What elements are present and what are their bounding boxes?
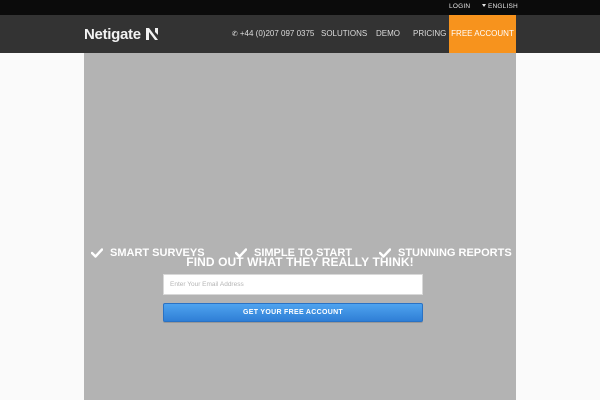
hero-section — [84, 53, 516, 400]
feature-stunning-reports: STUNNING REPORTS — [379, 246, 512, 260]
language-label: ENGLISH — [488, 3, 518, 10]
brand-logo[interactable]: Netigate — [84, 23, 159, 45]
phone-number: +44 (0)207 097 0375 — [239, 29, 315, 38]
netigate-n-logo-icon — [145, 28, 158, 40]
caret-down-icon — [482, 4, 486, 7]
checkmark-icon — [379, 248, 391, 258]
email-input[interactable] — [163, 274, 423, 295]
nav-pricing[interactable]: PRICING — [413, 15, 446, 53]
feature-label: STUNNING REPORTS — [398, 247, 512, 259]
checkmark-icon — [91, 248, 103, 258]
checkmark-icon — [235, 248, 247, 258]
brand-name: Netigate — [84, 25, 141, 43]
main-navbar: Netigate ✆ +44 (0)207 097 0375 SOLUTIONS … — [0, 15, 600, 53]
get-free-account-button[interactable]: GET YOUR FREE ACCOUNT — [163, 303, 423, 322]
nav-free-account-button[interactable]: FREE ACCOUNT — [449, 15, 516, 53]
feature-simple-to-start: SIMPLE TO START — [235, 246, 352, 260]
phone-icon: ✆ — [232, 31, 238, 38]
nav-demo[interactable]: DEMO — [376, 15, 400, 53]
top-utility-bar: LOGIN ENGLISH — [0, 0, 600, 15]
login-link[interactable]: LOGIN — [449, 3, 470, 10]
nav-solutions[interactable]: SOLUTIONS — [321, 15, 367, 53]
nav-phone[interactable]: ✆ +44 (0)207 097 0375 — [232, 15, 314, 53]
feature-label: SMART SURVEYS — [110, 247, 205, 259]
feature-smart-surveys: SMART SURVEYS — [91, 246, 205, 260]
feature-label: SIMPLE TO START — [254, 247, 352, 259]
language-selector[interactable]: ENGLISH — [482, 3, 518, 10]
